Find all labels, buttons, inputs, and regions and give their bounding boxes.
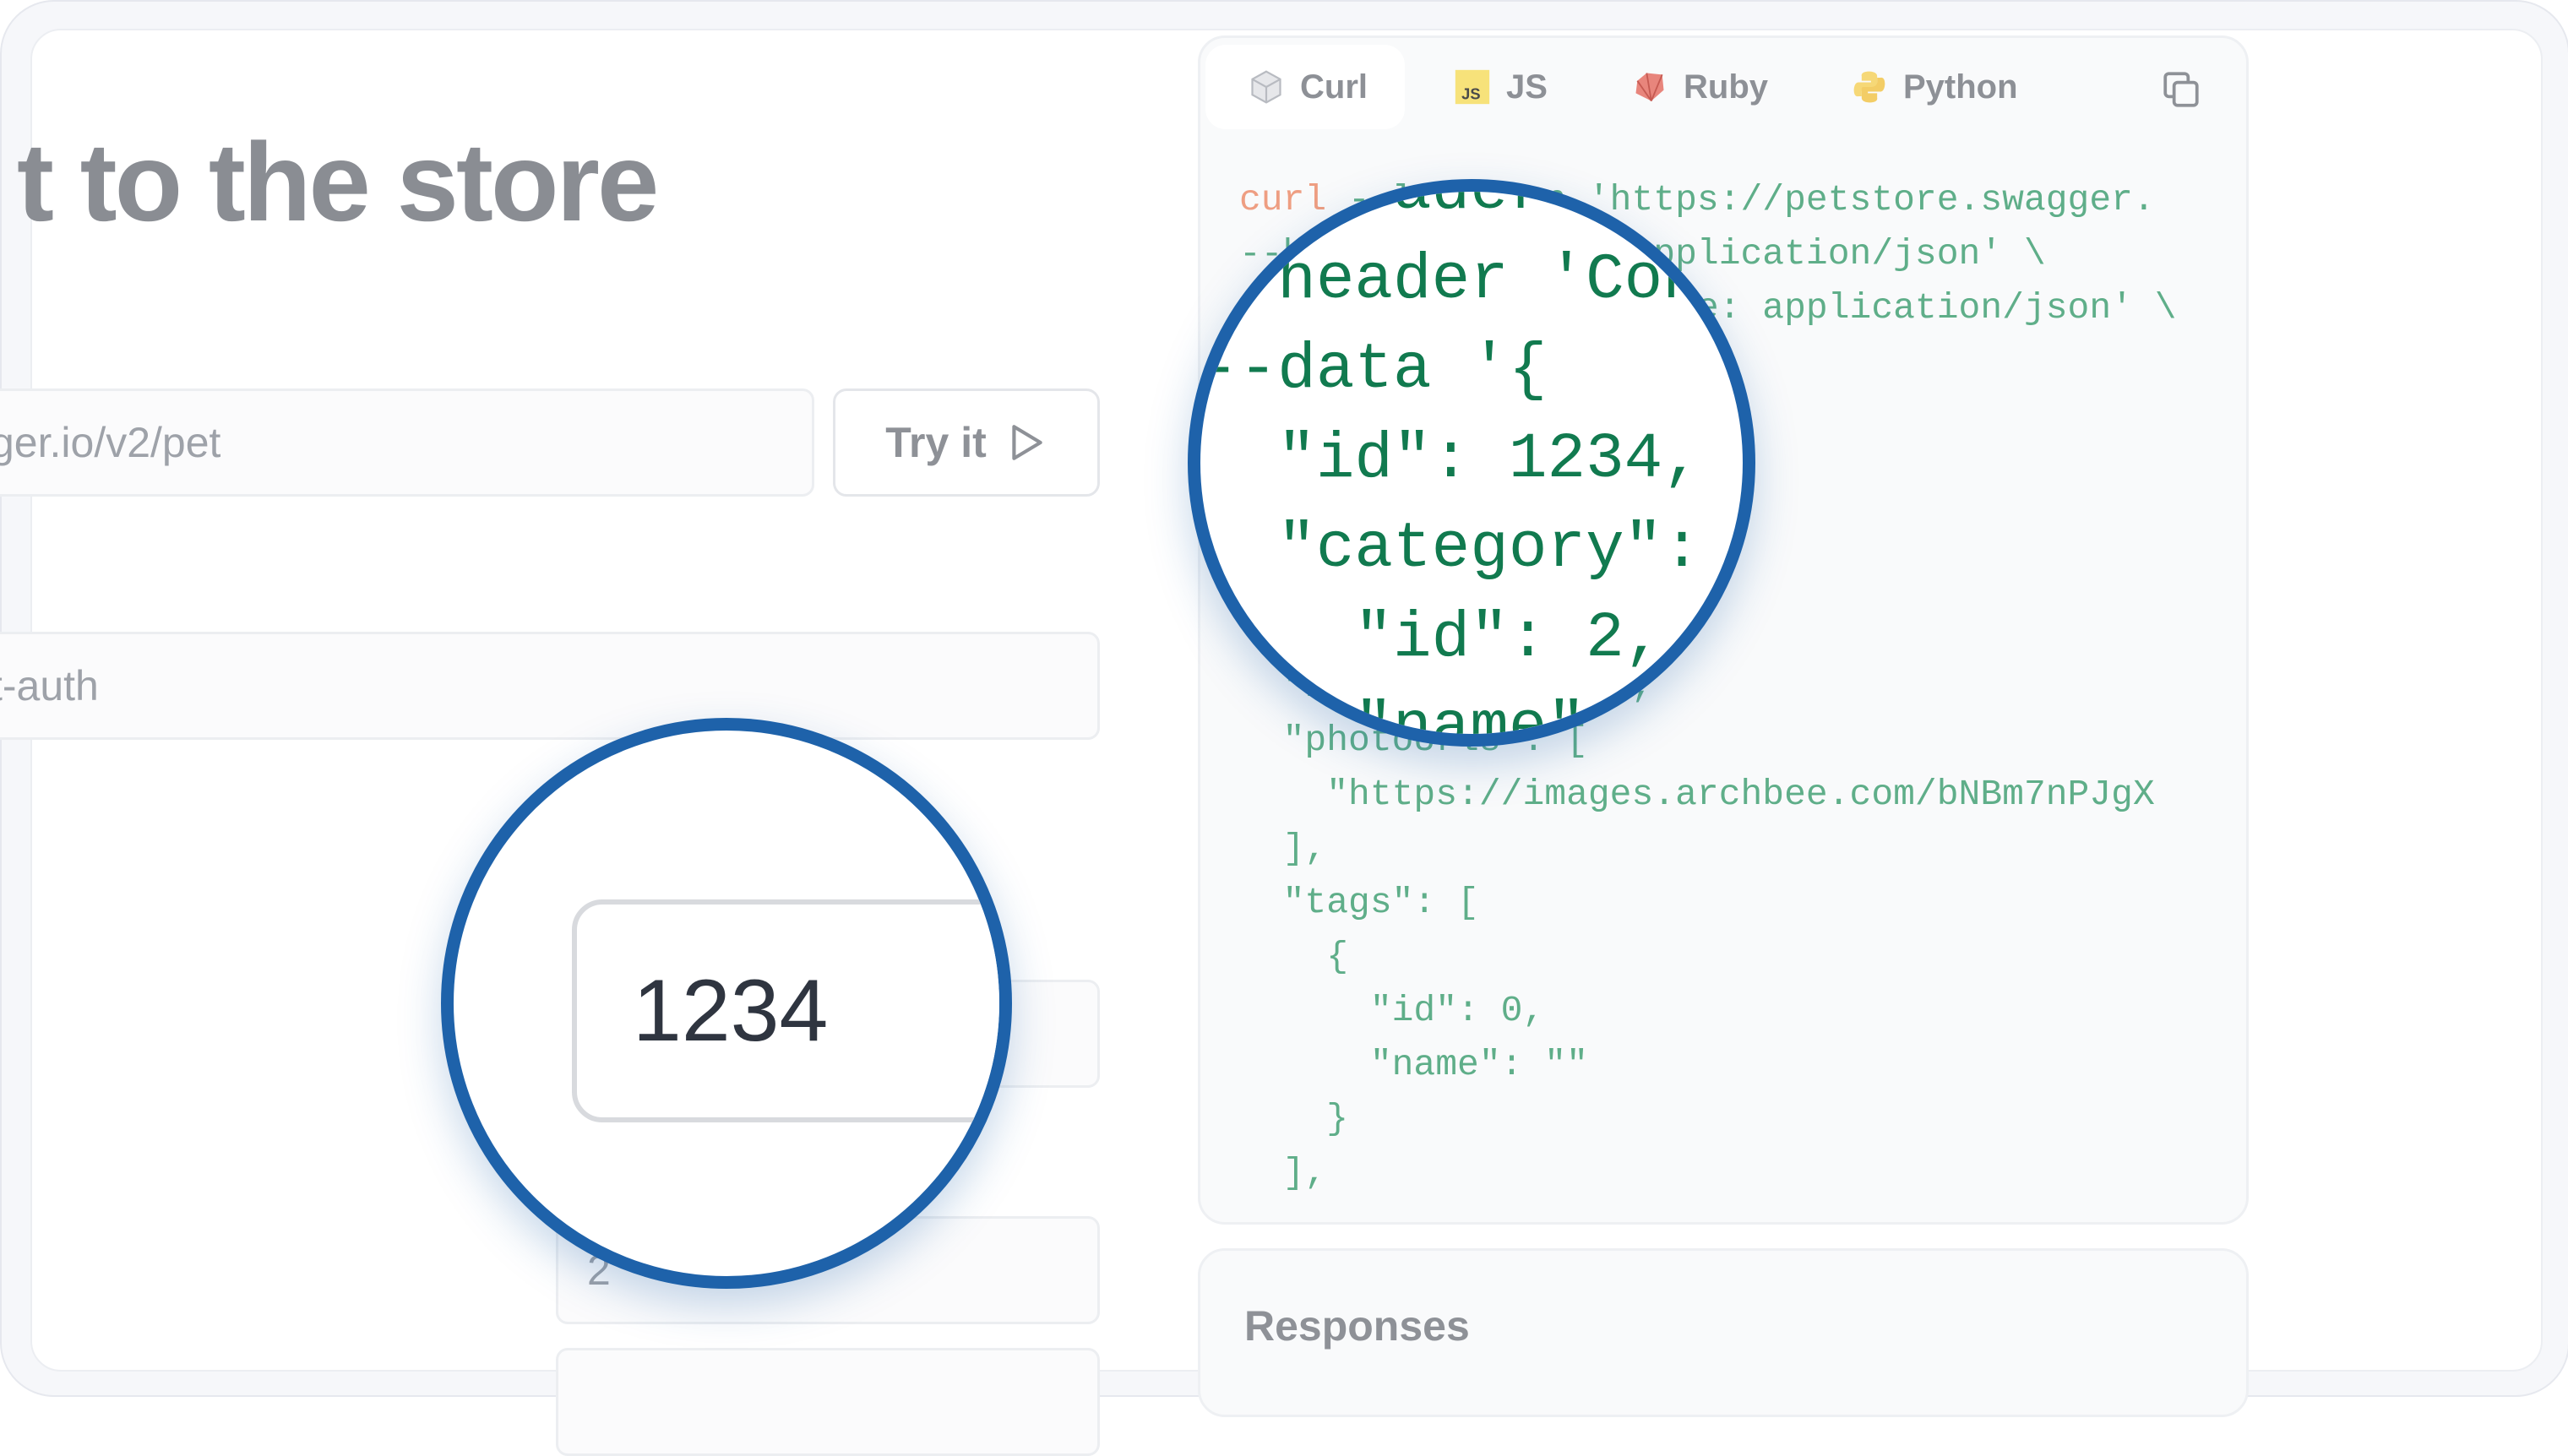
tab-label: JS [1506,68,1548,106]
zoomed-code-block: --header 'Acc --header 'Con --data '{ "i… [1200,192,1755,734]
ruby-icon [1635,73,1664,102]
js-icon: JS [1455,69,1490,105]
code-line: { [1239,936,1349,977]
code-line: } [1239,1098,1349,1139]
svg-text:JS: JS [1461,85,1480,103]
copy-icon[interactable] [2160,68,2202,111]
curl-icon [1251,70,1281,104]
auth-text: t-auth [0,662,99,709]
responses-section[interactable]: Responses [1198,1248,2249,1417]
magnifier-id: 1234 [441,718,1012,1289]
responses-title: Responses [1244,1302,1470,1350]
url-text: ger.io/v2/pet [0,419,221,466]
tab-label: Python [1903,68,2018,106]
zoomed-code-line: --header 'Con [1200,244,1701,317]
play-icon [1012,425,1042,460]
tab-python[interactable]: Python [1851,45,2018,129]
zoomed-code-line: "id": 1234, [1200,423,1701,496]
page: t to the store ger.io/v2/pet Try it t-au… [0,0,2568,1456]
auth-input[interactable]: t-auth [0,632,1100,740]
code-line: ], [1239,828,1327,869]
zoomed-code-line: --data '{ [1200,334,1548,406]
tab-label: Curl [1300,68,1368,106]
python-icon [1853,71,1885,103]
tab-curl[interactable]: Curl [1205,45,1405,129]
zoomed-code-line: "category": { [1200,513,1755,585]
zoomed-id-value: 1234 [633,961,829,1060]
url-input[interactable]: ger.io/v2/pet [0,388,814,497]
try-it-label: Try it [885,419,987,466]
code-line: "https://images.archbee.com/bNBm7nPJgX [1239,774,2155,815]
magnifier-code: --header 'Acc --header 'Con --data '{ "i… [1188,179,1755,747]
try-it-button[interactable]: Try it [833,388,1100,497]
code-line: "name": "" [1239,1044,1588,1085]
zoomed-id-input: 1234 [572,899,999,1122]
zoomed-code-line: "id": 2, [1200,602,1663,675]
language-tabs: Curl JS JS Ruby Python [1200,38,2246,139]
tab-ruby[interactable]: Ruby [1631,45,1768,129]
code-line: ], [1239,1152,1327,1193]
tab-label: Ruby [1684,68,1768,106]
code-line: "id": 0, [1239,990,1545,1031]
tab-js[interactable]: JS JS [1454,45,1548,129]
category-name-input[interactable] [556,1348,1100,1456]
page-title: t to the store [17,120,659,244]
code-line: "tags": [ [1239,882,1479,923]
